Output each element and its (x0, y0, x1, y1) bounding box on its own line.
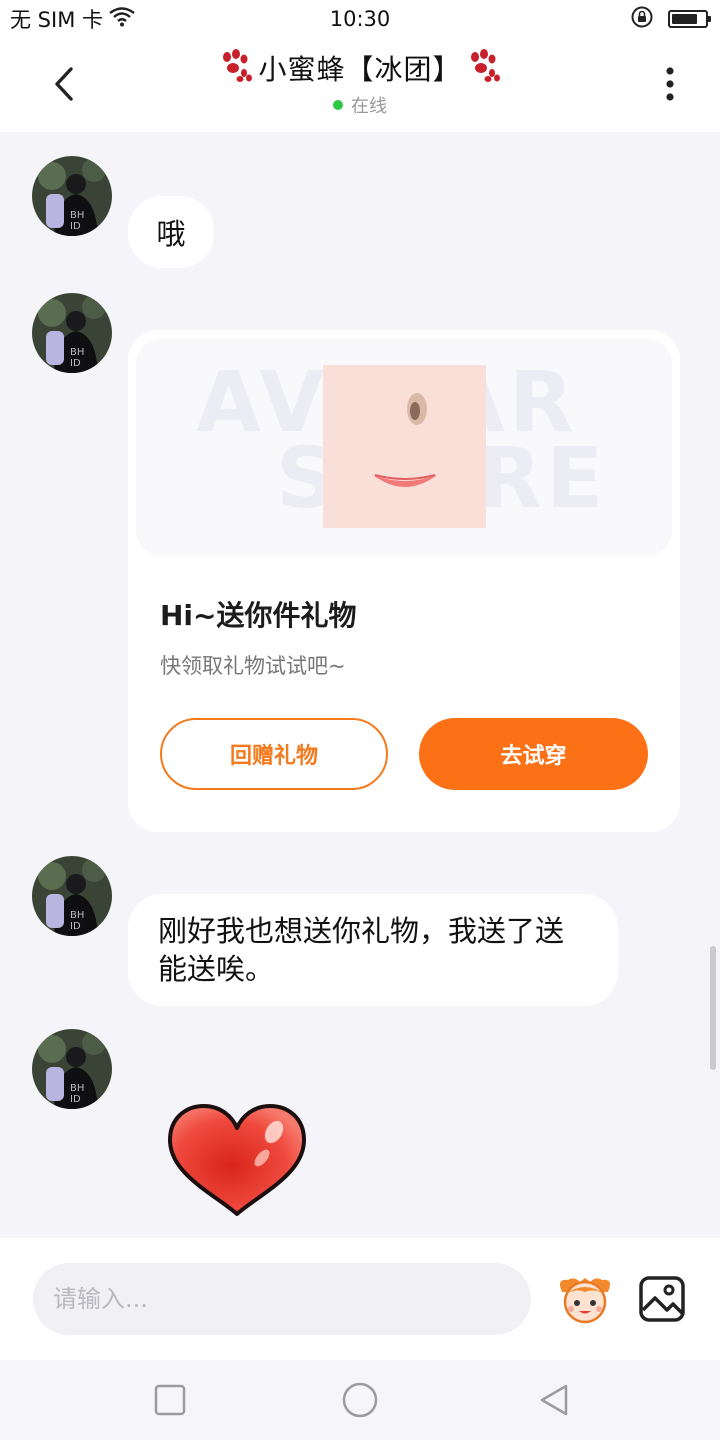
svg-text:ID: ID (70, 921, 81, 932)
circle-icon (342, 1382, 378, 1418)
message-text-line: 能送唉。 (158, 952, 275, 986)
status-right (630, 5, 711, 34)
presence-label: 在线 (351, 96, 387, 117)
more-vertical-icon (666, 67, 674, 101)
system-nav-bar (0, 1360, 720, 1440)
chat-header: 小蜜蜂【冰团】 在线 (0, 38, 720, 132)
status-left: 无 SIM 卡 (10, 4, 135, 34)
sender-avatar[interactable]: BH ID (32, 156, 112, 236)
home-button[interactable] (340, 1380, 380, 1420)
return-gift-button[interactable]: 回赠礼物 (160, 718, 388, 790)
svg-text:BH: BH (70, 910, 84, 921)
wifi-icon (109, 6, 135, 32)
triangle-back-icon (540, 1384, 568, 1416)
input-bar (0, 1238, 720, 1360)
message-input[interactable] (33, 1263, 531, 1335)
recents-button[interactable] (150, 1380, 190, 1420)
gift-preview: AVATAR STORE (136, 338, 672, 556)
status-bar: 无 SIM 卡 10:30 (0, 0, 720, 38)
gift-subtitle: 快领取礼物试试吧~ (160, 654, 346, 678)
sender-avatar[interactable]: BH ID (32, 293, 112, 373)
paw-print-icon (466, 48, 502, 88)
status-time: 10:30 (329, 7, 391, 31)
svg-text:ID: ID (70, 1094, 81, 1105)
more-options-button[interactable] (646, 60, 694, 108)
svg-text:BH: BH (70, 1083, 84, 1094)
image-icon (639, 1276, 685, 1322)
emoji-mascot-icon (560, 1278, 610, 1324)
online-dot-icon (333, 100, 343, 110)
message-text: 哦 (156, 217, 186, 251)
gift-item-image (323, 365, 486, 528)
gift-title: Hi~送你件礼物 (160, 599, 357, 632)
sender-avatar[interactable]: BH ID (32, 856, 112, 936)
message-text-line: 刚好我也想送你礼物，我送了送 (158, 914, 565, 948)
svg-text:BH: BH (70, 210, 84, 221)
emoji-button[interactable] (554, 1274, 616, 1324)
presence-status: 在线 (0, 92, 720, 118)
svg-text:ID: ID (70, 221, 81, 232)
message-bubble[interactable]: 哦 (128, 196, 214, 268)
sender-avatar[interactable]: BH ID (32, 1029, 112, 1109)
try-on-button[interactable]: 去试穿 (419, 718, 648, 790)
square-icon (154, 1384, 186, 1416)
paw-print-icon (218, 48, 254, 88)
nav-back-button[interactable] (534, 1380, 574, 1420)
message-bubble[interactable]: 刚好我也想送你礼物，我送了送 能送唉。 (128, 894, 618, 1006)
image-picker-button[interactable] (637, 1274, 687, 1324)
gift-card[interactable]: AVATAR STORE Hi~送你件礼物 快领取礼物试试吧~ 回赠礼物 去试穿 (128, 330, 680, 832)
chat-message-list[interactable]: BH ID 哦 BH ID AVATAR STORE (0, 132, 720, 1238)
chat-scrollbar[interactable] (710, 946, 716, 1070)
carrier-text: 无 SIM 卡 (10, 8, 103, 32)
chat-title-wrap: 小蜜蜂【冰团】 (0, 48, 720, 88)
rotation-lock-icon (630, 5, 654, 34)
svg-text:BH: BH (70, 347, 84, 358)
svg-text:ID: ID (70, 358, 81, 369)
battery-icon (668, 10, 711, 28)
heart-sticker-icon[interactable] (164, 1102, 310, 1220)
chat-title: 小蜜蜂【冰团】 (258, 53, 462, 86)
